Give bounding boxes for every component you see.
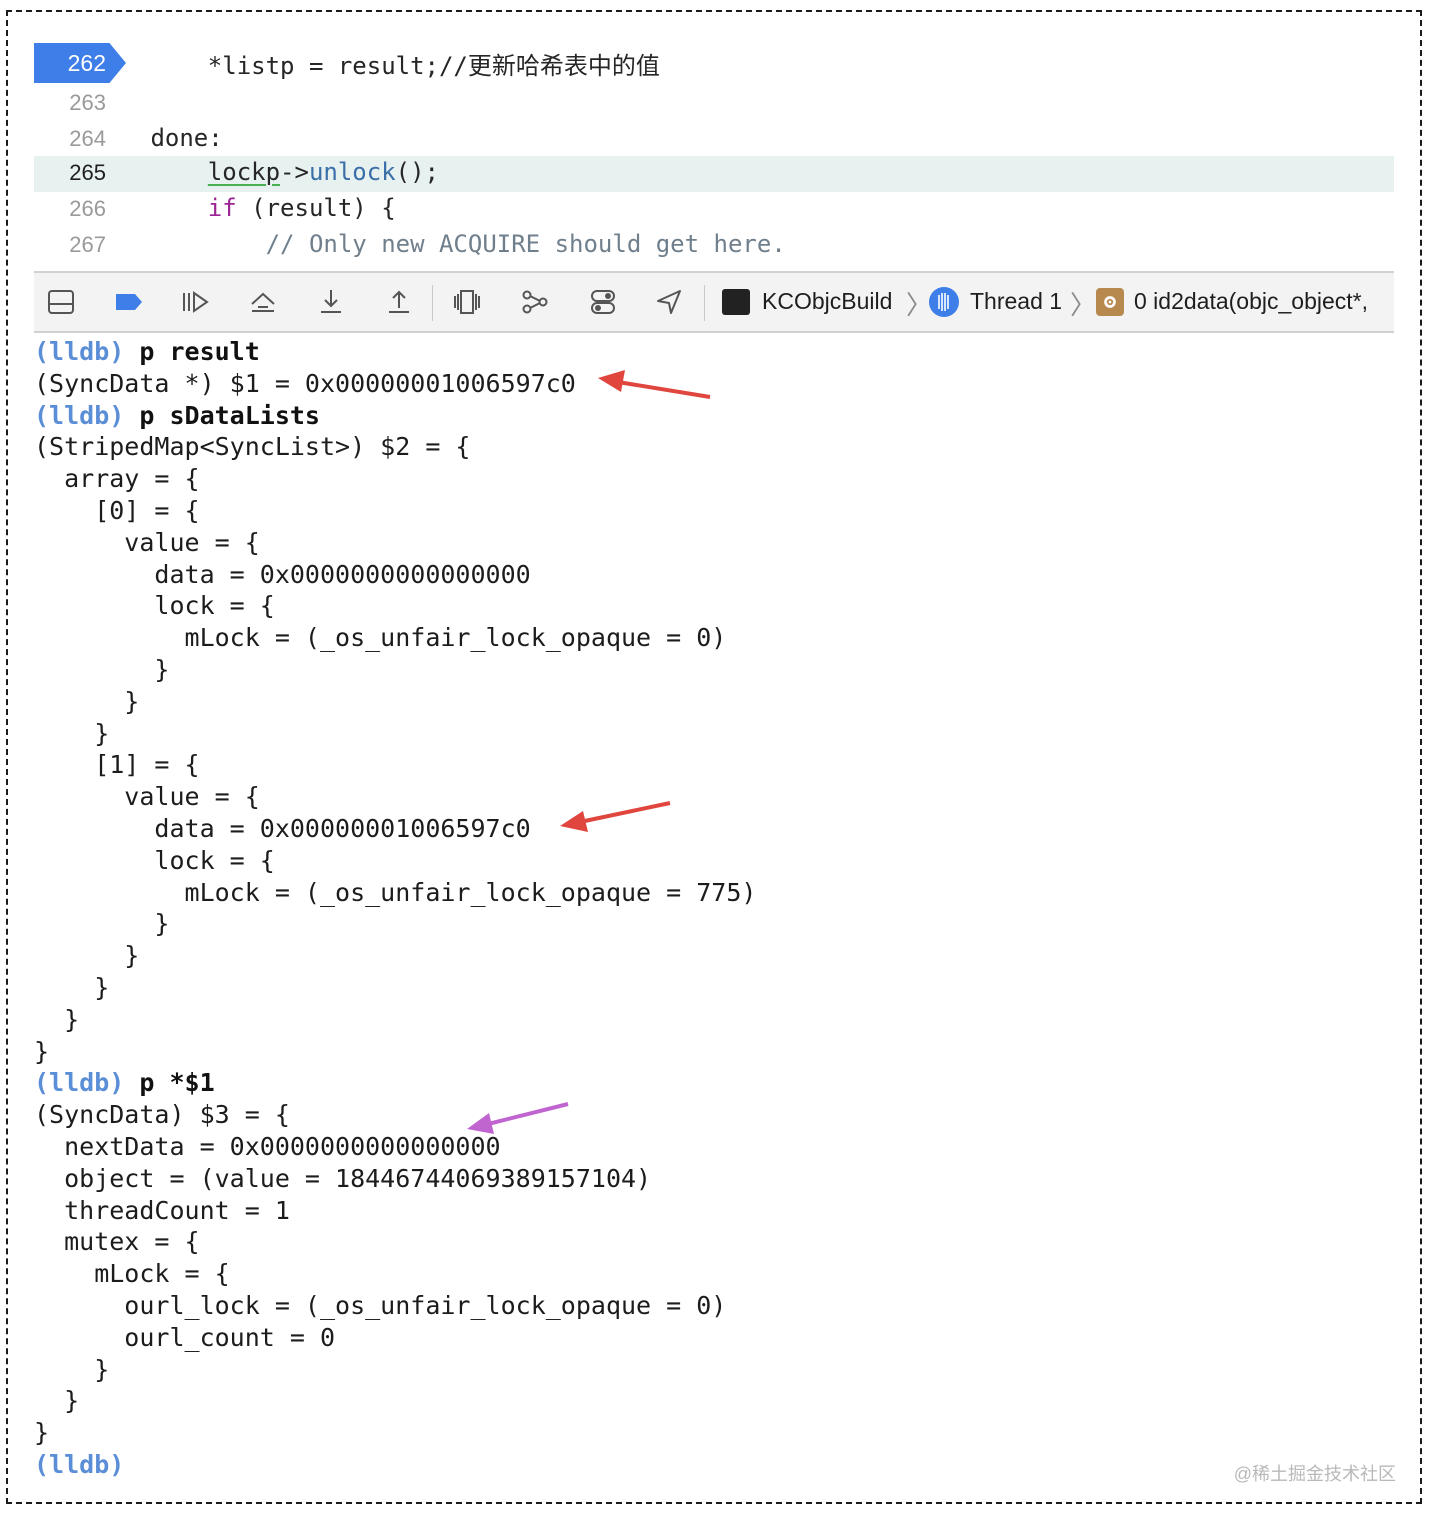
red-arrow-icon	[598, 370, 711, 399]
purple-arrow-icon	[467, 1102, 569, 1134]
watermark: @稀土掘金技术社区	[1233, 1464, 1396, 1484]
annotation-arrows	[467, 370, 711, 1134]
red-arrow-icon	[560, 801, 671, 832]
